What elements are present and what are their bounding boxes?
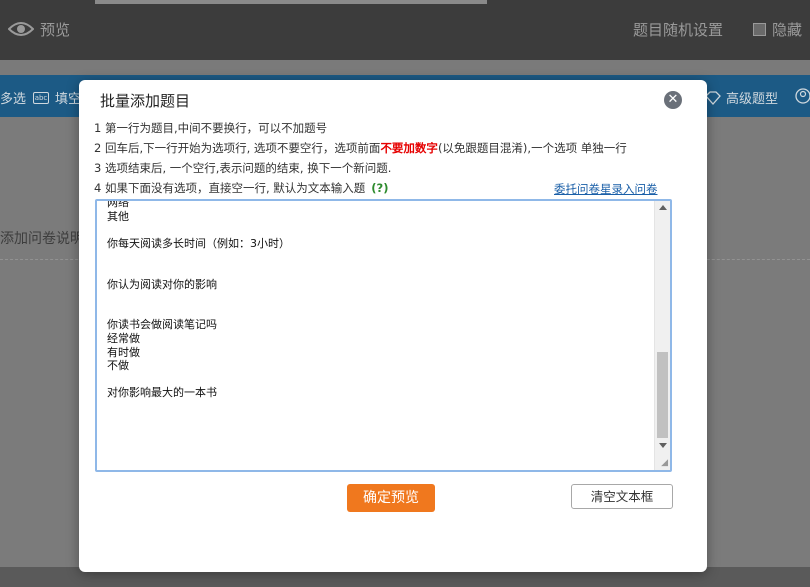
textarea-line — [107, 223, 290, 237]
instruction-line-2-warning: 不要加数字 — [380, 141, 438, 155]
preview-button[interactable]: 预览 — [8, 14, 70, 44]
textarea-line — [107, 373, 290, 387]
top-bar: 预览 题目随机设置 隐藏 — [0, 0, 810, 60]
instruction-line-4: 4 如果下面没有选项，直接空一行, 默认为文本输入题 (?) — [94, 180, 388, 196]
confirm-preview-button[interactable]: 确定预览 — [347, 484, 435, 512]
instruction-line-1: 1 第一行为题目,中间不要换行，可以不加题号 — [94, 121, 328, 135]
eye-icon — [8, 22, 34, 36]
toolbar-multi-choice-label: 多选 — [0, 92, 27, 107]
textarea-line — [107, 250, 290, 264]
hide-checkbox[interactable] — [753, 23, 766, 36]
toolbar-user[interactable] — [795, 88, 810, 104]
textarea-scrollbar[interactable] — [654, 201, 670, 470]
instruction-line-4-text: 4 如果下面没有选项，直接空一行, 默认为文本输入题 — [94, 181, 366, 195]
random-settings-link[interactable]: 题目随机设置 — [633, 19, 723, 40]
text-field-icon: abc — [33, 91, 49, 104]
diamond-icon — [705, 90, 721, 105]
textarea-line — [107, 264, 290, 278]
textarea-line — [107, 305, 290, 319]
scroll-down-arrow-icon[interactable] — [659, 443, 667, 448]
tab-strip — [95, 0, 487, 4]
preview-label: 预览 — [40, 20, 71, 39]
scroll-up-arrow-icon[interactable] — [659, 205, 667, 210]
help-icon[interactable]: (?) — [371, 181, 388, 195]
resize-grip-icon[interactable]: ◢ — [661, 458, 668, 468]
hide-toggle[interactable]: 隐藏 — [753, 19, 802, 40]
textarea-content: 网络 其他你每天阅读多长时间（例如：3小时） 你认为阅读对你的影响 你读书会做阅读笔记… — [107, 199, 290, 400]
textarea-line: 你每天阅读多长时间（例如：3小时） — [107, 236, 290, 250]
questions-textarea[interactable]: 网络 其他你每天阅读多长时间（例如：3小时） 你认为阅读对你的影响 你读书会做阅读笔记… — [95, 199, 672, 472]
textarea-line: 经常做 — [107, 331, 140, 345]
instruction-line-2: 2 回车后,下一行开始为选项行, 选项不要空行，选项前面不要加数字(以免跟题目混… — [94, 140, 627, 156]
hide-label: 隐藏 — [772, 21, 803, 39]
batch-add-dialog: 批量添加题目 ✕ 1 第一行为题目,中间不要换行，可以不加题号 2 回车后,下一… — [79, 80, 707, 572]
textarea-line: 对你影响最大的一本书 — [107, 386, 217, 400]
dialog-title: 批量添加题目 — [100, 92, 191, 110]
add-description-link[interactable]: 添加问卷说明 — [0, 228, 84, 248]
textarea-line — [107, 291, 290, 305]
toolbar-advanced-label: 高级题型 — [726, 92, 779, 107]
delegate-entry-link[interactable]: 委托问卷星录入问卷 — [554, 181, 658, 197]
textarea-line: 你认为阅读对你的影响 — [107, 277, 217, 291]
close-icon[interactable]: ✕ — [664, 91, 682, 109]
instruction-line-3: 3 选项结束后, 一个空行,表示问题的结束, 换下一个新问题. — [94, 161, 392, 175]
textarea-line: 网络 — [107, 199, 129, 209]
textarea-line: 其他 — [107, 209, 129, 223]
textarea-line: 你读书会做阅读笔记吗 — [107, 318, 217, 332]
textarea-line: 有时做 — [107, 345, 140, 359]
toolbar-fill-blank[interactable]: abc 填空 — [33, 88, 81, 107]
instruction-line-2-pre: 2 回车后,下一行开始为选项行, 选项不要空行，选项前面 — [94, 141, 381, 155]
instruction-line-2-post: (以免跟题目混淆),一个选项 单独一行 — [437, 141, 627, 155]
textarea-line: 不做 — [107, 359, 129, 373]
toolbar-advanced[interactable]: 高级题型 — [705, 88, 778, 107]
toolbar-fill-blank-label: 填空 — [55, 92, 82, 107]
scroll-thumb[interactable] — [657, 352, 668, 438]
user-icon — [795, 88, 810, 104]
toolbar-multi-choice[interactable]: 多选 — [0, 88, 26, 107]
clear-textbox-button[interactable]: 清空文本框 — [571, 484, 673, 509]
